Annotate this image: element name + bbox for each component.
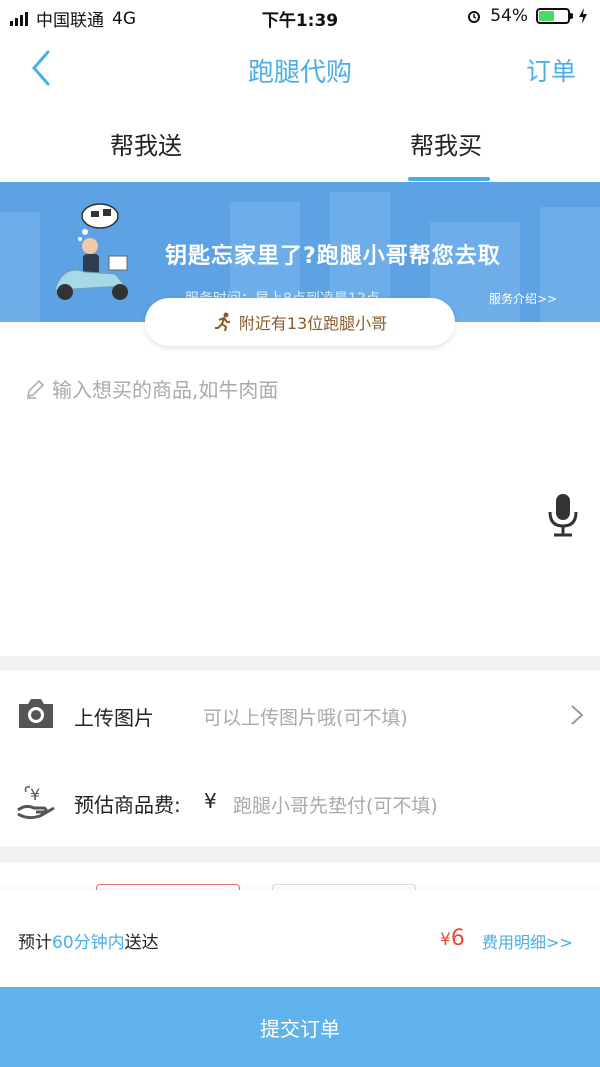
- nearby-runners-text: 附近有13位跑腿小哥: [238, 314, 388, 333]
- estimated-price-input[interactable]: 跑腿小哥先垫付(可不填): [233, 791, 438, 818]
- eta-text: 预计60分钟内送达: [18, 928, 159, 953]
- price-value: 6: [450, 926, 465, 951]
- status-bar: 中国联通 4G 下午1:39 54%: [0, 0, 600, 34]
- battery-icon: [536, 8, 573, 24]
- chevron-right-icon: [571, 705, 584, 725]
- camera-icon: [19, 699, 53, 728]
- pencil-icon: [27, 379, 45, 399]
- tab-bar: 帮我送 帮我买: [0, 104, 600, 182]
- eta-prefix: 预计: [18, 933, 52, 953]
- service-intro-link[interactable]: 服务介绍>>: [489, 290, 557, 307]
- microphone-icon[interactable]: [546, 492, 580, 538]
- goods-placeholder: 输入想买的商品,如牛肉面: [52, 378, 279, 402]
- upload-hint: 可以上传图片哦(可不填): [203, 707, 408, 729]
- goods-panel: 输入想买的商品,如牛肉面: [0, 322, 600, 656]
- active-tab-indicator: [408, 177, 490, 181]
- fee-detail-link[interactable]: 费用明细>>: [482, 929, 573, 953]
- price-currency: ¥: [440, 930, 451, 950]
- goods-input[interactable]: 输入想买的商品,如牛肉面: [24, 374, 524, 403]
- battery-percent: 54%: [490, 6, 528, 26]
- estimated-price-row[interactable]: ¥ 预估商品费: ¥ 跑腿小哥先垫付(可不填): [0, 758, 600, 846]
- charging-icon: [579, 8, 587, 24]
- order-footer: 预计60分钟内送达 ¥6 费用明细>>: [0, 890, 600, 987]
- banner-headline: 钥匙忘家里了?跑腿小哥帮您去取: [165, 244, 501, 269]
- scooter-rider-icon: [54, 203, 128, 300]
- money-hand-icon: ¥: [17, 785, 55, 820]
- total-price: ¥6: [440, 926, 465, 951]
- order-link[interactable]: 订单: [526, 52, 576, 88]
- alarm-icon: [468, 11, 481, 23]
- upload-label: 上传图片: [74, 706, 154, 730]
- tab-help-buy[interactable]: 帮我买: [410, 126, 482, 161]
- eta-suffix: 送达: [124, 933, 159, 953]
- info-panel: 上传图片 可以上传图片哦(可不填) ¥ 预估商品费: ¥ 跑腿小哥先垫付(可不填…: [0, 670, 600, 846]
- eta-duration: 60分钟内: [52, 933, 125, 953]
- currency-symbol: ¥: [204, 789, 217, 813]
- nav-bar: 跑腿代购 订单: [0, 34, 600, 104]
- submit-order-button[interactable]: 提交订单: [0, 987, 600, 1067]
- tab-help-send[interactable]: 帮我送: [110, 126, 182, 161]
- runner-icon: [214, 312, 230, 332]
- banner-building: [0, 212, 40, 322]
- svg-text:¥: ¥: [30, 785, 40, 804]
- upload-photo-row[interactable]: 上传图片 可以上传图片哦(可不填): [0, 670, 600, 758]
- nearby-runners-pill: 附近有13位跑腿小哥: [145, 298, 455, 346]
- estimated-price-label: 预估商品费:: [74, 793, 181, 817]
- page-title: 跑腿代购: [247, 58, 352, 88]
